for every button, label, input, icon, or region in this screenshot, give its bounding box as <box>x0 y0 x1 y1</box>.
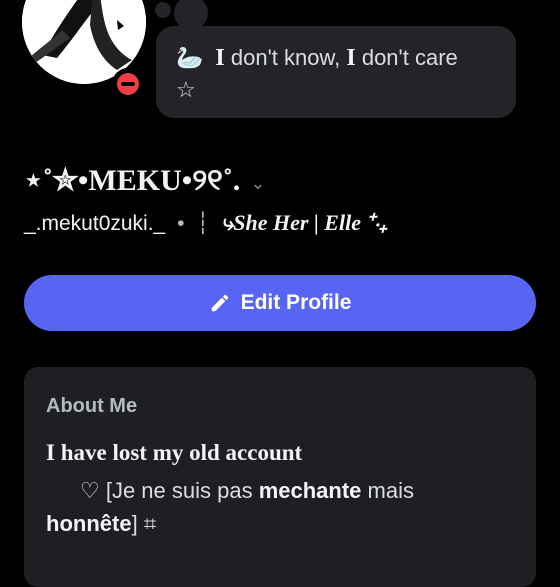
username[interactable]: _.mekut0zuki._ <box>24 212 165 235</box>
status-star: ☆ <box>176 77 196 102</box>
about-me-line-3-bold: honnête <box>46 511 132 536</box>
swan-emoji-icon: 🦢 <box>176 45 204 70</box>
about-me-title: About Me <box>46 395 138 417</box>
about-me-line-3: honnête] ⌗ <box>46 507 514 540</box>
edit-profile-label: Edit Profile <box>240 291 352 314</box>
username-bar: ┆ <box>196 212 210 235</box>
chevron-down-icon[interactable]: ⌄ <box>250 173 265 193</box>
about-me-line-3-suffix: ] ⌗ <box>131 511 157 536</box>
dnd-status-icon <box>112 68 144 100</box>
about-me-line-1: I have lost my old account <box>46 440 303 465</box>
about-me-line-2-prefix: ♡ [Je ne suis pas <box>80 478 259 503</box>
pencil-icon <box>211 294 228 312</box>
custom-status-bubble[interactable]: 🦢 I don't know, I don't care ☆ <box>156 26 516 118</box>
display-name-text: ⋆˚✮•MEKU•୨୧˚. <box>24 164 241 197</box>
about-me-line-2: ♡ [Je ne suis pas mechante mais <box>46 474 514 507</box>
thought-bubble-dot-small <box>155 2 171 18</box>
about-me-line-2-bold: mechante <box>258 478 362 503</box>
about-me-card: About Me I have lost my old account ♡ [J… <box>24 367 536 587</box>
status-text-first: I <box>215 45 225 71</box>
about-me-line-2-suffix: mais <box>361 478 414 503</box>
username-row: _.mekut0zuki._ • ┆ ⤷She Her | Elle ⁺‧₊ <box>24 208 387 239</box>
username-dot: • <box>177 212 185 235</box>
status-text-end: don't care <box>355 45 458 70</box>
edit-profile-button[interactable]: Edit Profile <box>24 275 536 331</box>
display-name: ⋆˚✮•MEKU•୨୧˚. ⌄ <box>24 162 265 202</box>
status-text-mid: don't know, <box>224 45 347 70</box>
pronouns: ⤷She Her | Elle ⁺‧₊ <box>220 210 387 235</box>
status-text-second: I <box>346 45 356 71</box>
